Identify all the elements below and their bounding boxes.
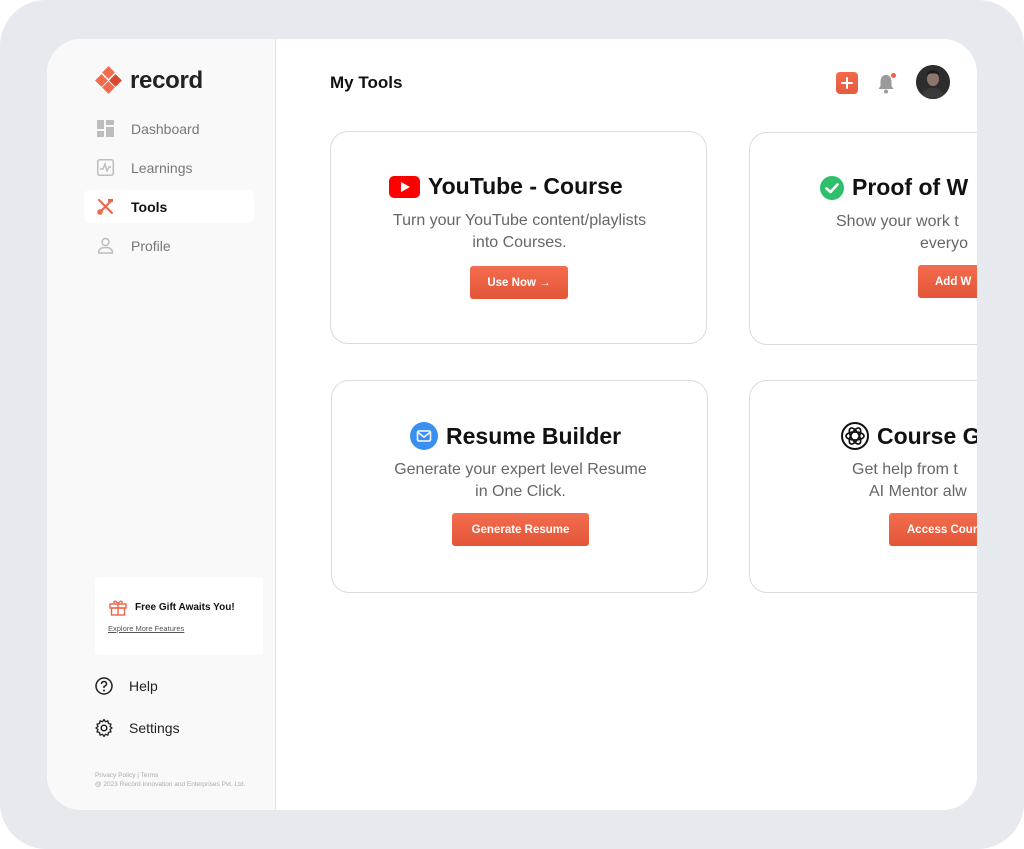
help-button[interactable]: Help	[95, 675, 180, 697]
use-now-button[interactable]: Use Now →	[470, 266, 568, 299]
tool-card-youtube: YouTube - Course Turn your YouTube conte…	[330, 131, 707, 344]
card-description: Show your work t everyo	[836, 211, 977, 255]
access-course-gpt-button[interactable]: Access Cours	[889, 513, 977, 546]
openai-icon	[841, 422, 869, 450]
sidebar-item-label: Tools	[131, 198, 168, 215]
bottom-nav: Help Settings	[95, 675, 180, 759]
avatar-image	[916, 65, 950, 99]
tool-card-course-gpt: Course G Get help from t AI Mentor alw A…	[749, 380, 977, 593]
profile-icon	[96, 236, 115, 255]
help-icon	[95, 677, 113, 695]
card-desc-line: into Courses.	[472, 234, 567, 251]
gift-card: Free Gift Awaits You! Explore More Featu…	[95, 577, 263, 655]
add-button[interactable]	[836, 72, 858, 94]
notifications-button[interactable]	[876, 71, 898, 95]
card-description: Turn your YouTube content/playlists into…	[373, 210, 666, 254]
sidebar-item-profile[interactable]: Profile	[84, 229, 254, 262]
card-desc-line: everyo	[920, 235, 969, 252]
gift-icon	[109, 600, 127, 616]
sidebar-nav: Dashboard Learnings Tools Profile	[84, 112, 254, 268]
sidebar-item-label: Profile	[131, 237, 171, 254]
legal-footer: Privacy Policy | Terms @ 2023 Record Inn…	[95, 771, 245, 789]
learnings-icon	[96, 158, 115, 177]
sidebar-item-tools[interactable]: Tools	[84, 190, 254, 223]
youtube-icon	[389, 175, 420, 198]
copyright-text: @ 2023 Record Innovation and Enterprises…	[95, 781, 246, 788]
dashboard-icon	[96, 119, 115, 138]
add-work-button[interactable]: Add W	[918, 265, 977, 298]
tool-card-proof-of-work: Proof of W Show your work t everyo Add W	[749, 132, 977, 345]
generate-resume-button[interactable]: Generate Resume	[452, 513, 589, 546]
gift-heading: Free Gift Awaits You!	[109, 599, 235, 616]
app-screen: record Dashboard Learnings Tools Profile…	[47, 39, 977, 810]
sidebar-item-label: Dashboard	[131, 120, 200, 137]
brand-logo[interactable]: record	[95, 66, 203, 96]
card-title: Course G	[877, 422, 977, 449]
card-title: Resume Builder	[446, 422, 622, 449]
avatar[interactable]	[916, 65, 950, 99]
help-label: Help	[129, 678, 158, 694]
tool-card-resume-builder: Resume Builder Generate your expert leve…	[331, 380, 708, 593]
card-desc-line: Generate your expert level Resume	[394, 461, 647, 478]
sidebar-item-learnings[interactable]: Learnings	[84, 151, 254, 184]
main-content: My Tools YouTube - Course Turn your YouT…	[276, 39, 977, 810]
mail-icon	[410, 422, 438, 450]
settings-label: Settings	[129, 720, 180, 736]
bell-icon	[878, 73, 896, 94]
card-desc-line: Show your work t	[836, 213, 959, 230]
card-description: Get help from t AI Mentor alw	[852, 459, 977, 503]
card-title: YouTube - Course	[428, 173, 623, 199]
settings-icon	[95, 719, 113, 737]
card-description: Generate your expert level Resume in One…	[374, 459, 667, 503]
plus-icon	[841, 77, 853, 89]
sidebar: record Dashboard Learnings Tools Profile…	[47, 39, 276, 810]
card-header: Proof of W	[820, 174, 968, 201]
card-header: Course G	[841, 422, 977, 450]
tools-icon	[96, 197, 115, 216]
card-header: YouTube - Course	[389, 173, 623, 200]
card-desc-line: Get help from t	[852, 461, 958, 478]
card-desc-line: Turn your YouTube content/playlists	[392, 212, 647, 229]
card-title: Proof of W	[852, 174, 969, 200]
settings-button[interactable]: Settings	[95, 717, 180, 739]
legal-links[interactable]: Privacy Policy | Terms	[95, 771, 245, 780]
explore-features-link[interactable]: Explore More Features	[108, 624, 184, 633]
card-desc-line: AI Mentor alw	[869, 483, 967, 500]
card-header: Resume Builder	[410, 422, 621, 450]
sidebar-item-label: Learnings	[131, 159, 193, 176]
page-title: My Tools	[330, 73, 403, 92]
check-circle-icon	[820, 175, 844, 200]
sidebar-item-dashboard[interactable]: Dashboard	[84, 112, 254, 145]
device-frame: record Dashboard Learnings Tools Profile…	[0, 0, 1024, 849]
brand-name: record	[130, 67, 203, 94]
record-logo-icon	[95, 66, 122, 94]
gift-title: Free Gift Awaits You!	[135, 602, 235, 613]
card-desc-line: in One Click.	[475, 483, 566, 500]
